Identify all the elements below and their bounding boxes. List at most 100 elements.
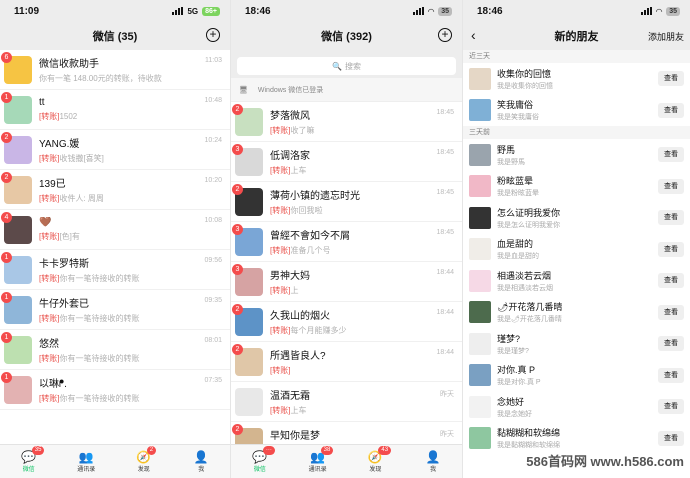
tab-discover[interactable]: 🧭 发现 43	[347, 445, 405, 478]
transfer-tag: [转账]	[39, 112, 60, 121]
preview-text: 你有一笔 148.00元的转账，待收款	[39, 74, 162, 83]
chat-preview: [转账]你有一笔待接收的转账	[39, 353, 222, 364]
plus-icon[interactable]: +	[206, 28, 220, 42]
avatar	[469, 301, 491, 324]
view-button[interactable]: 查看	[658, 430, 684, 446]
chat-row[interactable]: 2 139已 [转账]收件人: 周周 10:20	[0, 170, 230, 210]
avatar: 2	[1, 171, 32, 204]
chat-row[interactable]: 1 tt [转账]1502 10:48	[0, 90, 230, 130]
chat-name: 男神大妈	[270, 271, 310, 282]
avatar: 6	[1, 51, 32, 84]
view-button[interactable]: 查看	[658, 71, 684, 86]
chat-row[interactable]: 6 微信收款助手 你有一笔 148.00元的转账，待收款 11:03	[0, 50, 230, 90]
friend-name: 🌶开花落几番晴	[497, 302, 563, 313]
avatar	[469, 332, 491, 355]
friend-request-row[interactable]: 相遇淡若云烟 我是相遇淡若云烟 查看	[463, 265, 690, 297]
tab-bar: 💬 微信 ··· 👥 通讯录 38 🧭 发现 43 👤 我	[231, 444, 462, 478]
friend-request-row[interactable]: 血是甜的 我是血是甜的 查看	[463, 234, 690, 266]
tab-me[interactable]: 👤 我	[404, 445, 462, 478]
tab-contacts[interactable]: 👥 通讯录	[58, 445, 116, 478]
view-button[interactable]: 查看	[658, 178, 684, 194]
friend-request-row[interactable]: 粉眩蓝晕 我是粉眩蓝晕 查看	[463, 171, 690, 203]
chat-time: 08:01	[204, 337, 222, 344]
chat-row[interactable]: 2 久我山的烟火 [转账]每个月能赚多少 18:44	[231, 302, 462, 342]
chat-row[interactable]: 温酒无霜 [转账]上车 昨天	[231, 382, 462, 422]
view-button[interactable]: 查看	[658, 102, 684, 118]
plus-icon[interactable]: +	[438, 28, 452, 42]
friend-request-row[interactable]: 怎么证明我爱你 我是怎么证明我爱你 查看	[463, 202, 690, 234]
friend-request-row[interactable]: 对你.真 P 我是对你.真 P 查看	[463, 360, 690, 392]
chat-name: YANG.媛	[39, 139, 80, 150]
add-friend-button[interactable]: 添加朋友	[648, 30, 684, 43]
view-button[interactable]: 查看	[658, 336, 684, 351]
friend-name: 血是甜的	[497, 239, 534, 250]
view-button[interactable]: 查看	[658, 210, 684, 225]
chat-row[interactable]: 4 🤎 [转账][色]有 10:08	[0, 210, 230, 250]
chat-content: 所遇皆良人? [转账]	[270, 347, 454, 376]
tab-label: 通讯录	[77, 467, 96, 473]
chat-row[interactable]: 2 梦落微风 [转账]收了嘛 18:45	[231, 102, 462, 142]
preview-text: 你有一笔待接收的转账	[59, 354, 140, 363]
tab-label: 发现	[369, 467, 382, 473]
chat-name: 早知你是梦	[270, 431, 320, 442]
friend-name: 粉眩蓝晕	[497, 176, 534, 187]
friend-request-row[interactable]: 黏糊糊和软绵绵 我是黏糊糊和软绵绵 查看	[463, 423, 690, 455]
search-bar[interactable]: 🔍 搜索	[237, 57, 456, 75]
friend-request-row[interactable]: 瑾梦? 我是瑾梦? 查看	[463, 328, 690, 360]
transfer-tag: [转账]	[39, 232, 60, 241]
chat-row[interactable]: 1 牛仔外套已 [转账]你有一笔待接收的转账 09:35	[0, 290, 230, 330]
chat-preview: [转账]你有一笔待接收的转账	[39, 393, 222, 404]
view-button[interactable]: 查看	[658, 367, 684, 383]
screen-chats-1: 11:09 5G 86+ 微信 (35) + 6 微信收款助手 你有一笔 148.0…	[0, 0, 230, 478]
back-icon[interactable]: ‹	[471, 27, 476, 43]
view-button[interactable]: 查看	[658, 304, 684, 320]
chat-row[interactable]: 1 以琳ᖰ. [转账]你有一笔待接收的转账 07:35	[0, 370, 230, 410]
chat-row[interactable]: 3 低调洛家 [转账]上车 18:45	[231, 142, 462, 182]
chat-time: 07:35	[204, 377, 222, 384]
preview-text: 收钱撒[喜笑]	[59, 154, 104, 163]
friend-content: 怎么证明我爱你 我是怎么证明我爱你	[497, 206, 684, 230]
avatar	[469, 364, 491, 387]
chat-row[interactable]: 1 悠然 [转账]你有一笔待接收的转账 08:01	[0, 330, 230, 370]
view-button[interactable]: 查看	[658, 241, 684, 257]
search-placeholder: 搜索	[344, 61, 361, 71]
friend-request-row[interactable]: 笑我庸俗 我是笑我庸俗 查看	[463, 95, 690, 127]
view-button[interactable]: 查看	[658, 147, 684, 162]
chat-row[interactable]: 2 YANG.媛 [转账]收钱撒[喜笑] 10:24	[0, 130, 230, 170]
preview-text: 准备几个号	[290, 246, 331, 255]
unread-badge: 1	[1, 331, 12, 343]
friend-content: 念她好 我是念她好	[497, 395, 684, 419]
tab-chats[interactable]: 💬 微信 ···	[231, 445, 289, 478]
friend-request-row[interactable]: 🌶开花落几番晴 我是🌶开花落几番晴 查看	[463, 297, 690, 329]
chat-content: 微信收款助手 你有一笔 148.00元的转账，待收款	[39, 55, 222, 84]
battery-icon: 35	[666, 6, 680, 16]
view-button[interactable]: 查看	[658, 399, 684, 414]
tab-chats[interactable]: 💬 微信 35	[0, 445, 58, 478]
transfer-tag: [转账]	[270, 166, 291, 175]
tab-contacts[interactable]: 👥 通讯录 38	[289, 445, 347, 478]
chat-preview: [转账]你回我啦	[270, 205, 454, 216]
friend-request-row[interactable]: 收集你的回憶 我是收集你的回憶 查看	[463, 63, 690, 95]
tab-me[interactable]: 👤 我	[173, 445, 231, 478]
transfer-tag: [转账]	[270, 366, 291, 375]
windows-login-row[interactable]: 🖥 Windows 微信已登录	[231, 78, 462, 102]
screen-new-friends: 18:46 ◠ 35 ‹ 新的朋友 添加朋友 近三天 收集你的回憶 我是收集你的回…	[462, 0, 690, 478]
tab-discover[interactable]: 🧭 发现 2	[115, 445, 173, 478]
avatar	[469, 143, 491, 166]
chat-row[interactable]: 1 卡卡罗特斯 [转账]你有一笔待接收的转账 09:56	[0, 250, 230, 290]
tab-badge: 35	[31, 446, 45, 455]
chat-row[interactable]: 2 所遇皆良人? [转账] 18:44	[231, 342, 462, 382]
unread-badge: 2	[232, 303, 243, 315]
chat-row[interactable]: 2 薄荷小镇的遗忘时光 [转账]你回我啦 18:45	[231, 182, 462, 222]
chat-name: tt	[39, 97, 45, 108]
chat-row[interactable]: 3 曾經不會如今不屑 [转账]准备几个号 18:45	[231, 222, 462, 262]
chat-content: 139已 [转账]收件人: 周周	[39, 175, 222, 204]
friend-request-row[interactable]: 念她好 我是念她好 查看	[463, 391, 690, 423]
friend-name: 念她好	[497, 396, 525, 407]
avatar: 1	[1, 251, 32, 284]
friend-request-row[interactable]: 野馬 我是野馬 查看	[463, 139, 690, 171]
view-button[interactable]: 查看	[658, 273, 684, 288]
tab-badge: ···	[262, 446, 275, 455]
chat-row[interactable]: 3 男神大妈 [转账]上 18:44	[231, 262, 462, 302]
friend-content: 黏糊糊和软绵绵 我是黏糊糊和软绵绵	[497, 426, 684, 450]
